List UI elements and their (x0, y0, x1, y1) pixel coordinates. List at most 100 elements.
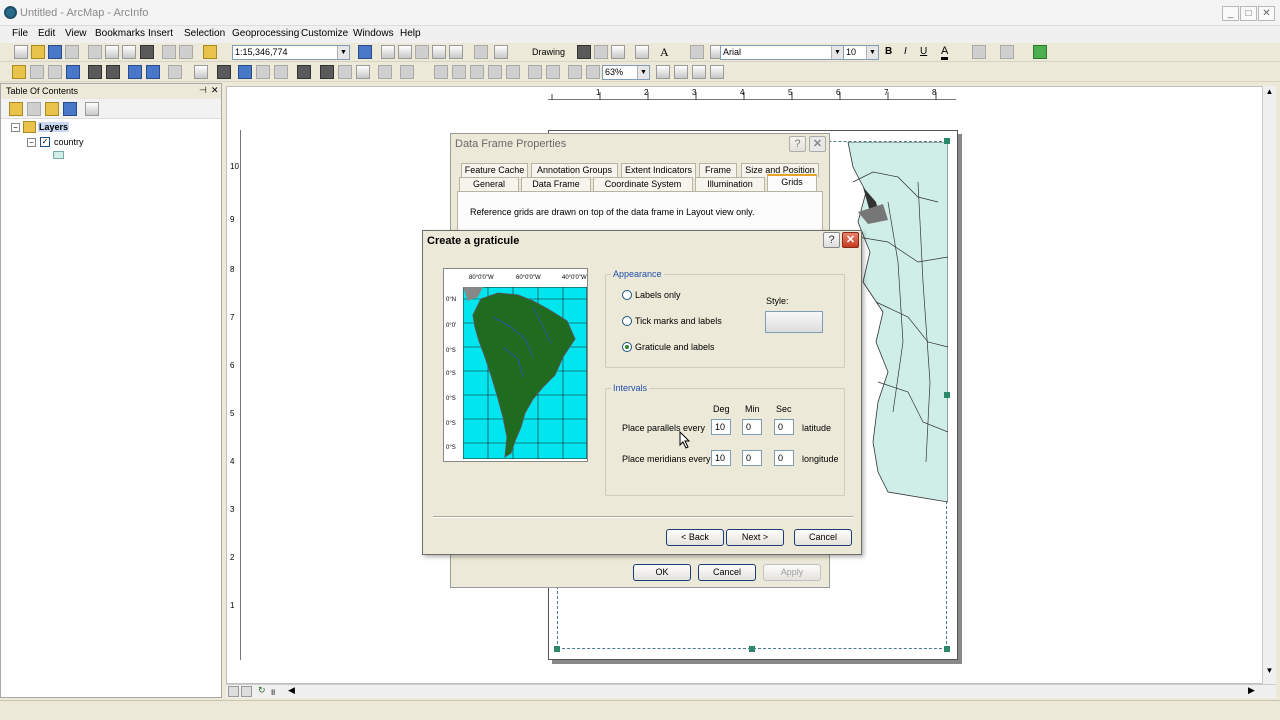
drawing-menu-label[interactable]: Drawing (532, 47, 565, 57)
tab-annotation-groups[interactable]: Annotation Groups (531, 163, 618, 177)
measure-icon[interactable] (297, 65, 311, 79)
layout-view-toggle[interactable] (228, 686, 239, 697)
fill-color-icon[interactable] (972, 45, 986, 59)
style-swatch-button[interactable] (765, 311, 823, 333)
list-by-drawing-order-icon[interactable] (9, 102, 23, 116)
apply-button[interactable]: Apply (763, 564, 821, 581)
find-route-icon[interactable] (338, 65, 352, 79)
table-of-contents-icon[interactable] (381, 45, 395, 59)
help-button[interactable]: ? (823, 232, 840, 248)
maximize-button[interactable]: □ (1240, 6, 1257, 21)
font-size-combo[interactable]: 10 ▼ (843, 45, 879, 60)
zoom-to-selected-icon[interactable] (611, 45, 625, 59)
select-features-icon[interactable] (168, 65, 182, 79)
pin-icon[interactable]: ⊣ (199, 85, 207, 96)
paste-icon[interactable] (122, 45, 136, 59)
toggle-draft-mode-icon[interactable] (656, 65, 670, 79)
map-scale-combo[interactable]: 1:15,346,774 ▼ (232, 45, 350, 60)
bold-button[interactable]: B (885, 46, 892, 57)
zoom-in-icon[interactable] (12, 65, 26, 79)
labels-only-label[interactable]: Labels only (635, 290, 681, 300)
close-window-button[interactable]: ✕ (1258, 6, 1275, 21)
tab-feature-cache[interactable]: Feature Cache (461, 163, 528, 177)
zoom-whole-page-icon[interactable] (488, 65, 502, 79)
rectangle-tool-icon[interactable] (635, 45, 649, 59)
meridians-min-input[interactable]: 0 (742, 450, 762, 466)
close-dialog-button[interactable]: ✕ (842, 232, 859, 248)
list-by-visibility-icon[interactable] (45, 102, 59, 116)
html-popup-icon[interactable] (274, 65, 288, 79)
selection-handle[interactable] (944, 138, 950, 144)
full-extent-icon[interactable] (66, 65, 80, 79)
undo-icon[interactable] (162, 45, 176, 59)
selection-handle[interactable] (554, 646, 560, 652)
tab-extent-indicators[interactable]: Extent Indicators (621, 163, 696, 177)
close-dialog-button[interactable]: ✕ (809, 136, 826, 152)
italic-button[interactable]: I (904, 46, 907, 57)
font-color-button[interactable]: A (941, 45, 949, 60)
open-folder-icon[interactable] (31, 45, 45, 59)
layer-country[interactable]: country (54, 137, 84, 147)
underline-button[interactable]: U (920, 46, 927, 57)
save-icon[interactable] (48, 45, 62, 59)
country-visibility-checkbox[interactable]: ✓ (40, 137, 50, 147)
font-name-combo[interactable]: Arial ▼ (720, 45, 844, 60)
zoom-100-icon[interactable] (506, 65, 520, 79)
pan-icon[interactable] (48, 65, 62, 79)
tab-coordinate-system[interactable]: Coordinate System (593, 177, 693, 191)
search-window-icon[interactable] (415, 45, 429, 59)
rotate-icon[interactable] (594, 45, 608, 59)
layout-zoom-in-icon[interactable] (434, 65, 448, 79)
graticule-and-labels-radio[interactable] (622, 342, 632, 352)
tick-marks-and-labels-radio[interactable] (622, 316, 632, 326)
arctoolbox-icon[interactable] (432, 45, 446, 59)
pause-drawing-icon[interactable]: ॥ (270, 685, 275, 698)
data-view-toggle[interactable] (241, 686, 252, 697)
horizontal-scrollbar[interactable]: ↻ ॥ ◀ ▶ (226, 684, 1276, 698)
marker-color-icon[interactable] (1033, 45, 1047, 59)
go-back-icon[interactable] (128, 65, 142, 79)
selection-handle[interactable] (944, 646, 950, 652)
menu-edit[interactable]: Edit (38, 28, 55, 39)
country-symbol-swatch[interactable] (53, 151, 64, 159)
catalog-window-icon[interactable] (398, 45, 412, 59)
add-data-icon[interactable] (203, 45, 217, 59)
ok-button[interactable]: OK (633, 564, 691, 581)
menu-insert[interactable]: Insert (148, 28, 173, 39)
menu-help[interactable]: Help (400, 28, 421, 39)
tab-data-frame[interactable]: Data Frame (521, 177, 591, 191)
viewer-window-icon[interactable] (400, 65, 414, 79)
tab-frame[interactable]: Frame (699, 163, 737, 177)
selection-handle[interactable] (749, 646, 755, 652)
meridians-sec-input[interactable]: 0 (774, 450, 794, 466)
identify-icon[interactable] (238, 65, 252, 79)
modelbuilder-icon[interactable] (474, 45, 488, 59)
list-by-source-icon[interactable] (27, 102, 41, 116)
scroll-left-icon[interactable]: ◀ (288, 685, 295, 696)
hyperlink-icon[interactable] (256, 65, 270, 79)
labels-only-radio[interactable] (622, 290, 632, 300)
tab-illumination[interactable]: Illumination (695, 177, 765, 191)
find-icon[interactable] (320, 65, 334, 79)
graticule-and-labels-label[interactable]: Graticule and labels (635, 342, 715, 352)
chevron-down-icon[interactable]: ▼ (866, 46, 878, 59)
cancel-button[interactable]: Cancel (794, 529, 852, 546)
fixed-zoom-out-icon[interactable] (106, 65, 120, 79)
parallels-min-input[interactable]: 0 (742, 419, 762, 435)
scroll-up-icon[interactable]: ▲ (1264, 87, 1275, 98)
python-window-icon[interactable] (449, 45, 463, 59)
data-driven-pages-icon[interactable] (710, 65, 724, 79)
layout-pan-icon[interactable] (470, 65, 484, 79)
menu-customize[interactable]: Customize (301, 28, 348, 39)
copy-icon[interactable] (105, 45, 119, 59)
previous-extent-icon[interactable] (568, 65, 582, 79)
fixed-zoom-in-icon[interactable] (88, 65, 102, 79)
back-button[interactable]: < Back (666, 529, 724, 546)
tab-grids[interactable]: Grids (767, 174, 817, 192)
select-elements-icon[interactable] (217, 65, 231, 79)
refresh-icon[interactable]: ↻ (258, 685, 266, 696)
toc-options-icon[interactable] (85, 102, 99, 116)
scroll-down-icon[interactable]: ▼ (1264, 666, 1275, 677)
zoom-out-icon[interactable] (30, 65, 44, 79)
edit-vertices-icon[interactable] (690, 45, 704, 59)
